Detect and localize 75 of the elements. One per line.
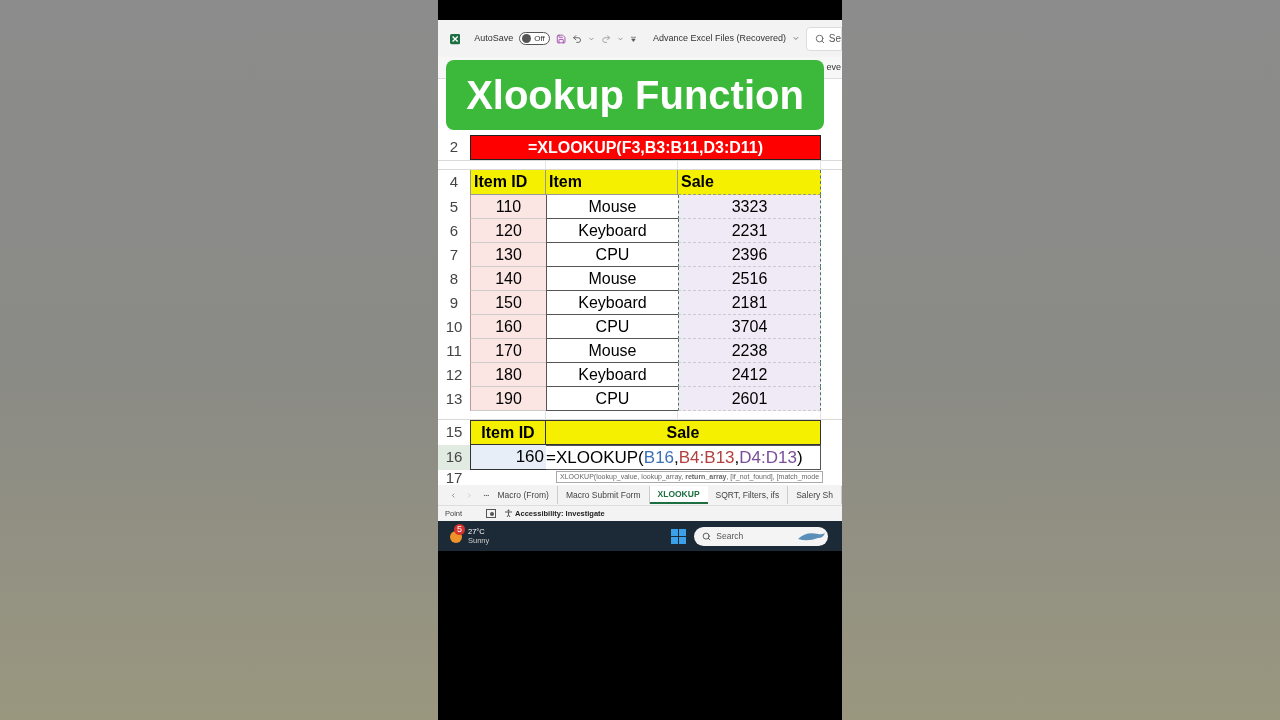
row-number: 8 — [448, 268, 460, 289]
title-banner: Xlookup Function — [446, 60, 824, 130]
table-cell[interactable]: 170 — [470, 339, 546, 363]
table-cell[interactable]: CPU — [546, 387, 678, 411]
row-number: 4 — [448, 172, 460, 193]
table-cell[interactable]: 2238 — [678, 339, 821, 363]
row-number: 6 — [448, 220, 460, 241]
macro-record-icon[interactable] — [486, 509, 497, 518]
start-icon[interactable] — [671, 528, 687, 544]
save-icon[interactable] — [555, 32, 567, 45]
table-cell[interactable]: 2396 — [678, 243, 821, 267]
autosave-label: AutoSave — [474, 31, 514, 45]
table-cell[interactable]: 150 — [470, 291, 546, 315]
row-number: 13 — [444, 388, 464, 409]
row-number: 7 — [448, 244, 460, 265]
table-cell[interactable]: 2231 — [678, 219, 821, 243]
row-number: 9 — [448, 292, 460, 313]
table-cell[interactable]: CPU — [546, 315, 678, 339]
row-number: 10 — [444, 316, 464, 337]
table-cell[interactable]: 120 — [470, 219, 546, 243]
table-cell[interactable]: 2516 — [678, 267, 821, 291]
row-number: 16 — [438, 445, 470, 470]
table-cell[interactable]: 2181 — [678, 291, 821, 315]
table-cell[interactable]: 2601 — [678, 387, 821, 411]
column-header-cell[interactable]: Item — [546, 170, 678, 195]
table-cell[interactable]: Mouse — [546, 339, 678, 363]
column-header-cell[interactable]: Sale — [546, 420, 821, 445]
previous-sheet-icon[interactable] — [450, 490, 457, 500]
search-icon — [814, 33, 825, 44]
table-cell[interactable]: 110 — [470, 195, 546, 219]
table-cell[interactable]: 160 — [470, 445, 546, 470]
search-icon — [702, 531, 712, 541]
sheet-tab[interactable]: XLOOKUP — [649, 486, 708, 504]
sheet-tab[interactable]: SQRT, Filters, ifs — [707, 486, 789, 504]
accessibility-icon — [504, 509, 514, 518]
caret-icon[interactable] — [588, 34, 596, 43]
table-cell[interactable]: 180 — [470, 363, 546, 387]
sheet-tab[interactable]: Macro Submit Form — [557, 486, 650, 504]
row-number: 11 — [445, 340, 463, 361]
row-number: 12 — [444, 364, 464, 385]
table-cell[interactable]: 140 — [470, 267, 546, 291]
table-cell[interactable]: Keyboard — [546, 363, 678, 387]
row-number: 15 — [444, 422, 464, 443]
table-cell[interactable]: Mouse — [546, 195, 678, 219]
customize-toolbar-icon[interactable] — [630, 34, 638, 43]
redo-icon[interactable] — [601, 32, 612, 45]
table-cell[interactable]: Keyboard — [546, 291, 678, 315]
sheet-tab[interactable]: Macro (From) — [489, 486, 558, 504]
formula-input-cell[interactable]: =XLOOKUP(B16,B4:B13,D4:D13) — [546, 445, 821, 470]
table-cell[interactable]: Mouse — [546, 267, 678, 291]
file-name-button[interactable]: Advance Excel Files (Recovered) — [653, 31, 787, 46]
table-cell[interactable]: 2412 — [678, 363, 821, 387]
row-number: 17 — [444, 470, 464, 485]
autosave-toggle[interactable]: Off — [519, 32, 550, 45]
table-cell[interactable]: 190 — [470, 387, 546, 411]
caret-icon[interactable] — [792, 34, 800, 43]
undo-icon[interactable] — [572, 32, 583, 45]
row-number: 5 — [448, 196, 460, 217]
table-cell[interactable]: Keyboard — [546, 219, 678, 243]
table-cell[interactable]: 130 — [470, 243, 546, 267]
ribbon-search-field[interactable]: Se — [805, 26, 843, 51]
table-cell[interactable]: 3704 — [678, 315, 821, 339]
formula-cell[interactable]: =XLOOKUP(F3,B3:B11,D3:D11) — [470, 135, 821, 160]
table-cell[interactable]: 160 — [470, 315, 546, 339]
column-header-cell[interactable]: Sale — [678, 170, 821, 195]
column-header-cell[interactable]: Item ID — [470, 170, 546, 195]
table-cell[interactable]: 3323 — [678, 195, 821, 219]
column-header-cell[interactable]: Item ID — [470, 420, 546, 445]
taskbar-search-field[interactable]: Search — [694, 526, 829, 546]
notification-badge: 5 — [454, 524, 465, 535]
caret-icon[interactable] — [617, 34, 625, 43]
row-number: 2 — [448, 137, 460, 158]
table-cell[interactable]: CPU — [546, 243, 678, 267]
spreadsheet-app-icon — [450, 32, 461, 45]
ribbon-tab[interactable]: eve — [826, 60, 842, 75]
